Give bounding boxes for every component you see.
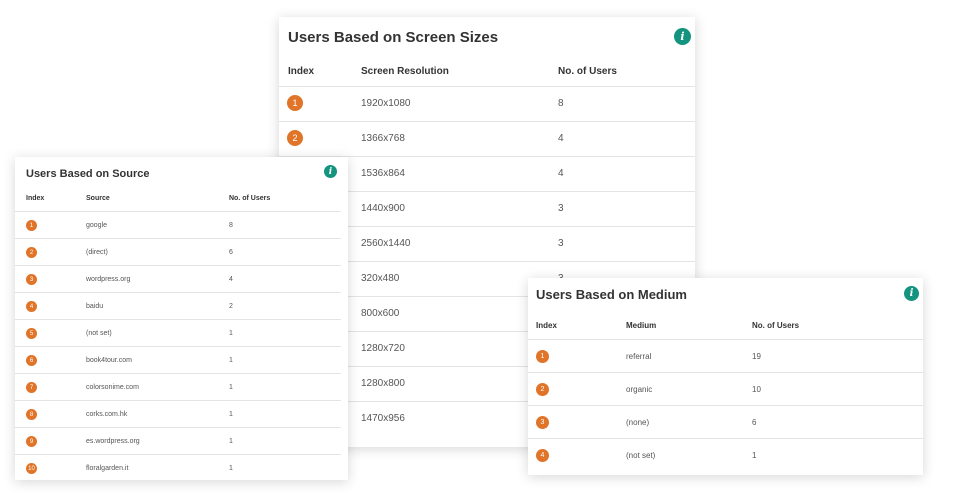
header-users: No. of Users <box>752 321 800 330</box>
table-row: 7 colorsonime.com 1 <box>15 373 341 401</box>
table-row: 2 (direct) 6 <box>15 238 341 266</box>
table-row: 1 1920x1080 8 <box>279 86 695 122</box>
card-title: Users Based on Screen Sizes <box>288 29 499 46</box>
header-users: No. of Users <box>558 66 617 77</box>
index-badge: 10 <box>26 463 37 474</box>
row-users: 4 <box>558 168 564 179</box>
row-users: 4 <box>558 133 564 144</box>
table-row: 10 floralgarden.it 1 <box>15 454 341 480</box>
row-users: 1 <box>229 357 233 364</box>
card-title: Users Based on Medium <box>536 287 687 302</box>
row-users: 4 <box>229 276 233 283</box>
index-badge: 6 <box>26 355 37 366</box>
index-badge: 8 <box>26 409 37 420</box>
index-badge: 4 <box>536 449 549 462</box>
index-badge: 9 <box>26 436 37 447</box>
table-header: Index Medium No. of Users <box>528 321 923 337</box>
row-source: corks.com.hk <box>86 411 128 418</box>
row-resolution: 1280x800 <box>361 378 405 389</box>
row-users: 1 <box>752 451 757 460</box>
index-badge: 5 <box>26 328 37 339</box>
row-medium: (not set) <box>626 451 656 460</box>
row-source: (not set) <box>86 330 112 337</box>
row-users: 6 <box>752 418 757 427</box>
table-row: 2 organic 10 <box>528 372 923 406</box>
table-row: 1 referral 19 <box>528 339 923 373</box>
table-row: 3 wordpress.org 4 <box>15 265 341 293</box>
table-header: Index Source No. of Users <box>15 195 348 209</box>
header-index: Index <box>536 321 557 330</box>
table-row: 3 (none) 6 <box>528 405 923 439</box>
row-resolution: 1440x900 <box>361 203 405 214</box>
header-users: No. of Users <box>229 195 271 202</box>
row-users: 8 <box>558 98 564 109</box>
index-badge: 1 <box>26 220 37 231</box>
row-medium: referral <box>626 352 652 361</box>
row-source: wordpress.org <box>86 276 131 283</box>
row-medium: organic <box>626 385 653 394</box>
row-source: colorsonime.com <box>86 384 139 391</box>
index-badge: 2 <box>287 130 303 146</box>
header-index: Index <box>26 195 45 202</box>
index-badge: 2 <box>536 383 549 396</box>
row-source: (direct) <box>86 249 108 256</box>
table-row: 4 baidu 2 <box>15 292 341 320</box>
table-row: 5 (not set) 1 <box>15 319 341 347</box>
row-resolution: 1280x720 <box>361 343 405 354</box>
row-source: book4tour.com <box>86 357 132 364</box>
row-users: 1 <box>229 411 233 418</box>
row-users: 6 <box>229 249 233 256</box>
row-resolution: 1536x864 <box>361 168 405 179</box>
row-users: 1 <box>229 384 233 391</box>
index-badge: 1 <box>536 350 549 363</box>
row-medium: (none) <box>626 418 650 427</box>
card-title: Users Based on Source <box>26 168 150 180</box>
table-row: 1 google 8 <box>15 211 341 239</box>
row-resolution: 2560x1440 <box>361 238 411 249</box>
row-source: floralgarden.it <box>86 465 129 472</box>
table-row: 4 (not set) 1 <box>528 438 923 472</box>
table-row: 2 1366x768 4 <box>279 121 695 157</box>
header-medium: Medium <box>626 321 657 330</box>
row-users: 19 <box>752 352 761 361</box>
header-index: Index <box>288 66 315 77</box>
index-badge: 4 <box>26 301 37 312</box>
row-users: 1 <box>229 438 233 445</box>
index-badge: 3 <box>536 416 549 429</box>
info-icon[interactable]: i <box>674 28 691 45</box>
source-card: Users Based on Source i Index Source No.… <box>15 157 348 480</box>
medium-card: Users Based on Medium i Index Medium No.… <box>528 278 923 475</box>
row-source: es.wordpress.org <box>86 438 140 445</box>
row-resolution: 800x600 <box>361 308 400 319</box>
row-users: 10 <box>752 385 761 394</box>
table-header: Index Screen Resolution No. of Users <box>279 66 695 86</box>
row-source: baidu <box>86 303 104 310</box>
table-row: 8 corks.com.hk 1 <box>15 400 341 428</box>
row-users: 2 <box>229 303 233 310</box>
index-badge: 1 <box>287 95 303 111</box>
info-icon[interactable]: i <box>904 286 919 301</box>
row-source: google <box>86 222 108 229</box>
index-badge: 3 <box>26 274 37 285</box>
row-users: 1 <box>229 330 233 337</box>
row-resolution: 1920x1080 <box>361 98 411 109</box>
index-badge: 2 <box>26 247 37 258</box>
row-resolution: 320x480 <box>361 273 400 284</box>
row-resolution: 1366x768 <box>361 133 405 144</box>
row-resolution: 1470x956 <box>361 413 405 424</box>
table-row: 9 es.wordpress.org 1 <box>15 427 341 455</box>
info-icon[interactable]: i <box>324 165 337 178</box>
table-row: 6 book4tour.com 1 <box>15 346 341 374</box>
header-resolution: Screen Resolution <box>361 66 449 77</box>
row-users: 8 <box>229 222 233 229</box>
row-users: 3 <box>558 238 564 249</box>
index-badge: 7 <box>26 382 37 393</box>
header-source: Source <box>86 195 110 202</box>
row-users: 1 <box>229 465 233 472</box>
row-users: 3 <box>558 203 564 214</box>
